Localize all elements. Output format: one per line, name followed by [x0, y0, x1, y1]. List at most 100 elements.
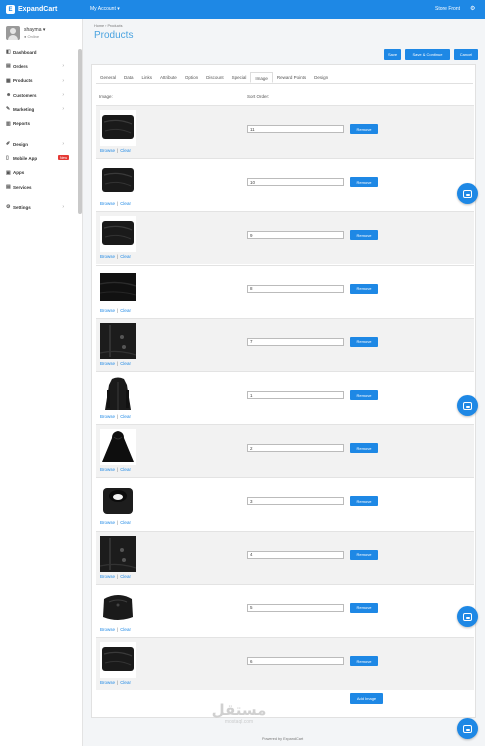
sort-order-input[interactable] [247, 178, 344, 187]
tab-image[interactable]: Image [250, 72, 273, 83]
browse-link[interactable]: Browse [100, 680, 115, 685]
clear-link[interactable]: Clear [120, 627, 131, 632]
remove-image-button[interactable]: Remove [350, 496, 378, 507]
remove-image-button[interactable]: Remove [350, 283, 378, 294]
product-image-thumbnail[interactable] [100, 163, 136, 200]
tab-reward-points[interactable]: Reward Points [273, 72, 310, 83]
browse-link[interactable]: Browse [100, 467, 115, 472]
tab-option[interactable]: Option [181, 72, 202, 83]
product-image-thumbnail[interactable] [100, 429, 136, 466]
sort-order-input[interactable] [247, 444, 344, 453]
browse-link[interactable]: Browse [100, 414, 115, 419]
clear-link[interactable]: Clear [120, 201, 131, 206]
remove-image-button[interactable]: Remove [350, 177, 378, 188]
clear-link[interactable]: Clear [120, 361, 131, 366]
footer-text: Powered by ExpandCart [262, 737, 304, 741]
image-actions: Browse | Clear [100, 627, 131, 632]
sort-order-input[interactable] [247, 337, 344, 346]
chat-button[interactable] [457, 183, 478, 204]
sidebar-item-reports[interactable]: ▥ Reports [0, 117, 78, 131]
product-image-thumbnail[interactable] [100, 588, 136, 625]
clear-link[interactable]: Clear [120, 467, 131, 472]
sort-order-input[interactable] [247, 125, 344, 133]
sidebar-item-orders[interactable]: ▤ Orders › [0, 59, 78, 73]
remove-image-button[interactable]: Remove [350, 336, 378, 347]
browse-link[interactable]: Browse [100, 148, 115, 153]
remove-image-button[interactable]: Remove [350, 602, 378, 613]
save-button[interactable]: Save [384, 49, 401, 60]
sidebar-item-mobile-app[interactable]: ▯ Mobile App New [0, 151, 78, 165]
chat-button[interactable] [457, 718, 478, 739]
tab-data[interactable]: Data [120, 72, 138, 83]
remove-image-button[interactable]: Remove [350, 390, 378, 400]
sort-order-input[interactable] [247, 391, 344, 399]
product-image-thumbnail[interactable] [100, 322, 136, 359]
tab-discount[interactable]: Discount [202, 72, 228, 83]
user-panel[interactable]: shayma ▾ ● Online [6, 26, 80, 44]
sidebar-scrollbar[interactable] [78, 49, 82, 214]
product-image-thumbnail[interactable] [100, 535, 136, 572]
browse-link[interactable]: Browse [100, 574, 115, 579]
browse-link[interactable]: Browse [100, 627, 115, 632]
clear-link[interactable]: Clear [120, 414, 131, 419]
avatar [6, 26, 20, 40]
clear-link[interactable]: Clear [120, 308, 131, 313]
expandcart-logo[interactable]: E ExpandCart [6, 4, 57, 15]
sidebar-item-settings[interactable]: ⚙ Settings › [0, 200, 78, 214]
sidebar-item-services[interactable]: ▤ Services [0, 180, 78, 194]
clear-link[interactable]: Clear [120, 574, 131, 579]
cancel-button[interactable]: Cancel [454, 49, 478, 60]
browse-link[interactable]: Browse [100, 520, 115, 525]
remove-image-button[interactable]: Remove [350, 124, 378, 134]
sidebar-item-customers[interactable]: ☻ Customers › [0, 88, 78, 102]
browse-link[interactable]: Browse [100, 201, 115, 206]
remove-image-button[interactable]: Remove [350, 443, 378, 454]
tab-design[interactable]: Design [310, 72, 332, 83]
remove-image-button[interactable]: Remove [350, 656, 378, 666]
tab-attribute[interactable]: Attribute [156, 72, 181, 83]
sidebar-item-apps[interactable]: ▣ Apps [0, 166, 78, 180]
clear-link[interactable]: Clear [120, 680, 131, 685]
browse-link[interactable]: Browse [100, 254, 115, 259]
tab-special[interactable]: Special [228, 72, 251, 83]
sidebar-item-products[interactable]: ▦ Products › [0, 74, 78, 88]
chat-button[interactable] [457, 606, 478, 627]
clear-link[interactable]: Clear [120, 520, 131, 525]
store-front-link[interactable]: Store Front [435, 6, 460, 12]
sort-order-input[interactable] [247, 231, 344, 240]
gear-icon[interactable]: ⚙ [470, 5, 475, 12]
clear-link[interactable]: Clear [120, 254, 131, 259]
product-image-thumbnail[interactable] [100, 482, 136, 519]
product-image-thumbnail[interactable] [100, 376, 136, 412]
chevron-right-icon: › [62, 204, 64, 210]
browse-link[interactable]: Browse [100, 361, 115, 366]
save-continue-button[interactable]: Save & Continue [405, 49, 450, 60]
product-image-thumbnail[interactable] [100, 216, 136, 253]
breadcrumb[interactable]: Home › Products [94, 24, 123, 28]
sidebar-item-marketing[interactable]: ✎ Marketing › [0, 102, 78, 116]
product-image-thumbnail[interactable] [100, 269, 136, 306]
sort-order-input[interactable] [247, 550, 344, 559]
tab-general[interactable]: General [96, 72, 120, 83]
tab-links[interactable]: Links [138, 72, 157, 83]
image-actions: Browse | Clear [100, 201, 131, 206]
sort-order-input[interactable] [247, 284, 344, 293]
my-account-menu[interactable]: My Account ▾ [90, 6, 120, 12]
product-tabs: General Data Links Attribute Option Discount S… [96, 72, 332, 83]
remove-image-button[interactable]: Remove [350, 230, 378, 241]
sort-order-input[interactable] [247, 497, 344, 506]
sidebar-item-design[interactable]: ✐ Design › [0, 137, 78, 151]
apps-icon: ▣ [6, 169, 11, 176]
clear-link[interactable]: Clear [120, 148, 131, 153]
sort-order-input[interactable] [247, 657, 344, 665]
sidebar-item-label: Mobile App [13, 155, 38, 161]
sidebar-item-dashboard[interactable]: ◧ Dashboard [0, 45, 78, 59]
chat-button[interactable] [457, 395, 478, 416]
remove-image-button[interactable]: Remove [350, 549, 378, 560]
product-image-thumbnail[interactable] [100, 642, 136, 678]
add-image-button[interactable]: Add Image [350, 693, 383, 704]
browse-link[interactable]: Browse [100, 308, 115, 313]
sort-order-input[interactable] [247, 603, 344, 612]
product-image-thumbnail[interactable] [100, 110, 136, 146]
link-separator: | [117, 254, 119, 260]
